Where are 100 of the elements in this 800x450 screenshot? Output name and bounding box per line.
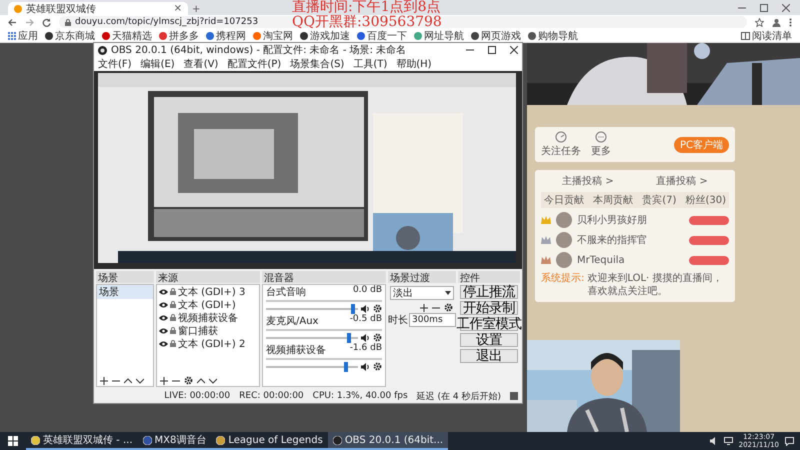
bookmark-link[interactable]: 淘宝网	[263, 28, 293, 42]
menu-item[interactable]: 文件(F)	[98, 57, 132, 71]
browser-tab[interactable]: 英雄联盟双城传 ×	[8, 2, 188, 15]
taskbar-item[interactable]: 英雄联盟双城传 - ...	[26, 432, 138, 450]
reload-icon[interactable]	[42, 18, 51, 26]
rank-tab[interactable]: 贵宾(7)	[642, 193, 676, 207]
back-icon[interactable]	[8, 18, 17, 26]
rank-link[interactable]: 直播投稿 >	[656, 174, 708, 188]
add-icon[interactable]	[160, 376, 168, 384]
menu-item[interactable]: 工具(T)	[353, 57, 388, 71]
gear-icon[interactable]	[444, 303, 453, 312]
reading-list-link[interactable]: 阅读清单	[752, 28, 792, 42]
taskbar-item[interactable]: OBS 20.0.1 (64bit...	[328, 432, 448, 450]
close-icon[interactable]	[510, 46, 518, 54]
gear-icon[interactable]	[373, 304, 382, 313]
apps-icon	[8, 32, 16, 40]
lock-icon[interactable]	[170, 327, 176, 334]
bookmark-link[interactable]: 京东商城	[55, 28, 95, 42]
scene-item[interactable]: 场景	[97, 285, 153, 299]
eye-icon[interactable]	[159, 288, 168, 294]
gear-icon[interactable]	[184, 376, 193, 385]
avatar	[556, 232, 572, 248]
star-icon[interactable]	[755, 18, 764, 26]
bookmark-link[interactable]: 购物导航	[538, 28, 578, 42]
speaker-icon[interactable]	[361, 334, 370, 342]
bookmark-link[interactable]: 天猫精选	[112, 28, 152, 42]
close-icon[interactable]	[782, 4, 790, 12]
source-item[interactable]: 文本 (GDI+) 3	[178, 284, 246, 298]
rank-tab[interactable]: 粉丝(30)	[685, 193, 726, 207]
rank-tab[interactable]: 本周贡献	[593, 193, 634, 207]
gear-icon[interactable]	[373, 333, 382, 342]
reading-list-icon	[741, 32, 750, 40]
caret-icon	[445, 291, 451, 295]
app-icon	[142, 436, 152, 444]
maximize-icon[interactable]	[488, 46, 496, 54]
lock-icon[interactable]	[170, 288, 176, 295]
add-icon[interactable]	[100, 377, 108, 385]
channel-reading: 0.0 dB	[352, 285, 382, 297]
taskbar-item[interactable]: MX8调音台	[138, 432, 212, 450]
fan-badge	[689, 236, 729, 244]
speaker-icon[interactable]	[361, 362, 370, 370]
menu-item[interactable]: 帮助(H)	[396, 57, 432, 71]
duration-field[interactable]: 300ms	[409, 313, 456, 327]
app-logo-icon	[98, 46, 107, 54]
new-tab-button[interactable]: +	[192, 5, 200, 15]
notification-icon[interactable]	[785, 436, 794, 446]
maximize-icon[interactable]	[760, 4, 768, 12]
slider-thumb[interactable]	[346, 332, 351, 342]
taskbar-item[interactable]: League of Legends	[211, 432, 328, 450]
menu-item[interactable]: 配置文件(P)	[227, 57, 282, 71]
eye-icon[interactable]	[159, 302, 168, 308]
add-icon[interactable]	[420, 304, 428, 312]
source-item[interactable]: 窗口捕获	[178, 324, 218, 338]
source-item[interactable]: 文本 (GDI+) 2	[178, 336, 246, 350]
duration-label: 时长	[388, 314, 408, 327]
site-icon	[206, 32, 214, 40]
control-button[interactable]: 停止推流	[460, 285, 518, 299]
speaker-icon[interactable]	[361, 304, 370, 312]
gear-icon[interactable]	[373, 362, 382, 371]
menu-icon[interactable]	[789, 18, 792, 26]
gauge-icon[interactable]	[555, 131, 567, 143]
lock-icon[interactable]	[170, 340, 176, 347]
bookmark-link[interactable]: 应用	[18, 28, 38, 42]
slider-thumb[interactable]	[344, 362, 348, 372]
bookmark-link[interactable]: 拼多多	[169, 28, 199, 42]
more-icon[interactable]	[595, 131, 607, 143]
eye-icon[interactable]	[159, 340, 168, 346]
down-icon[interactable]	[136, 377, 144, 385]
bookmark-link[interactable]: 百度一下	[367, 28, 407, 42]
source-item[interactable]: 视频捕获设备	[178, 310, 238, 324]
volume-icon[interactable]	[710, 437, 718, 445]
transition-select[interactable]: 淡出	[390, 286, 454, 300]
close-tab-button[interactable]: ×	[174, 4, 182, 14]
eye-icon[interactable]	[159, 328, 168, 334]
bookmark-link[interactable]: 网址导航	[424, 28, 464, 42]
menu-item[interactable]: 编辑(E)	[140, 57, 175, 71]
control-button[interactable]: 开始录制	[460, 301, 518, 315]
windows-icon[interactable]	[8, 436, 18, 446]
lock-icon[interactable]	[170, 301, 176, 308]
bookmark-link[interactable]: 游戏加速	[310, 28, 350, 42]
profile-icon[interactable]	[772, 18, 781, 26]
up-icon[interactable]	[124, 377, 132, 385]
eye-icon[interactable]	[159, 314, 168, 320]
menu-item[interactable]: 场景集合(S)	[290, 57, 344, 71]
dock-title: 控件	[458, 271, 520, 283]
control-button[interactable]: 设置	[460, 333, 518, 347]
rank-link[interactable]: 主播投稿 >	[562, 174, 614, 188]
up-icon[interactable]	[197, 376, 205, 384]
bookmark-link[interactable]: 携程网	[216, 28, 246, 42]
rank-tab[interactable]: 今日贡献	[544, 193, 584, 207]
site-icon	[528, 32, 536, 40]
bookmark-link[interactable]: 网页游戏	[481, 28, 521, 42]
app-icon	[332, 436, 342, 444]
source-item[interactable]: 文本 (GDI+)	[178, 298, 236, 312]
network-icon[interactable]	[724, 437, 733, 445]
control-button[interactable]: 退出	[460, 349, 518, 363]
down-icon[interactable]	[209, 376, 217, 384]
menu-item[interactable]: 查看(V)	[184, 57, 218, 71]
slider-thumb[interactable]	[351, 304, 356, 314]
lock-icon[interactable]	[170, 314, 176, 321]
